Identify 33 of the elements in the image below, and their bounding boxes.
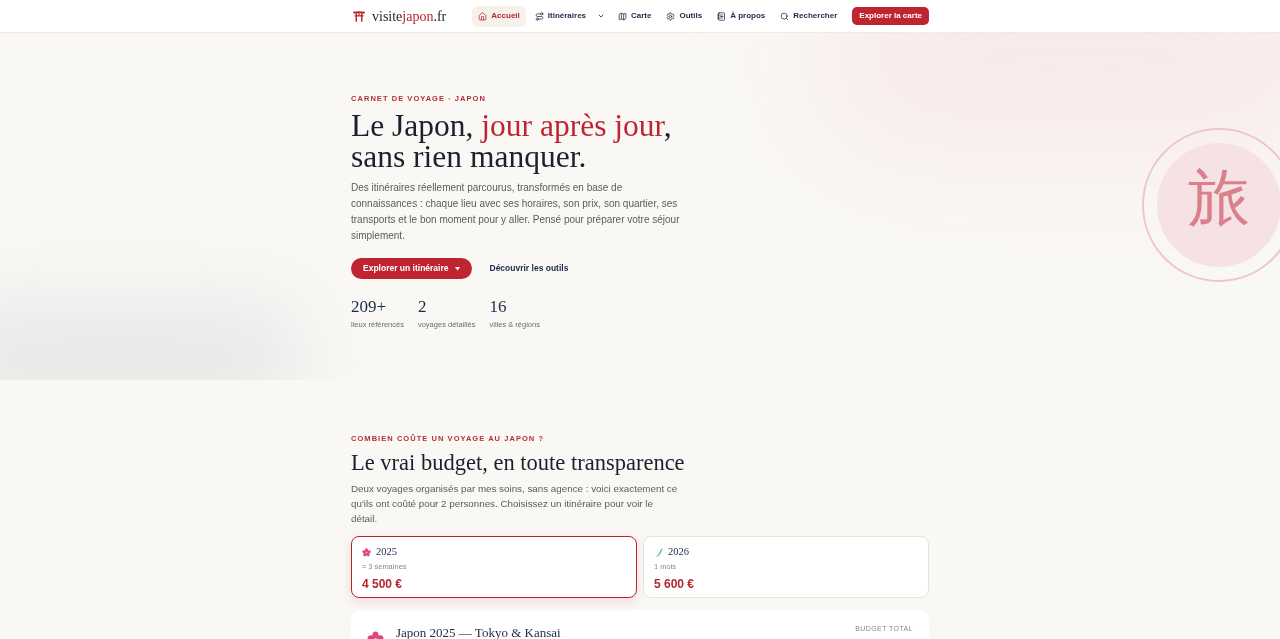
explore-map-button[interactable]: Explorer la carte [852, 7, 929, 25]
islands-icon [654, 547, 663, 557]
explore-itinerary-button[interactable]: Explorer un itinéraire [351, 258, 472, 280]
search-icon [780, 11, 790, 21]
trip-year: 2026 [668, 546, 689, 559]
nav-link[interactable]: Accueil [472, 5, 526, 27]
map-icon [618, 11, 628, 21]
trip-price: 5 600 € [654, 577, 695, 592]
section-description: Deux voyages organisés par mes soins, sans agence : voici exactement ce qu'ils ont coûté pour 2 personnes. Choisissez un itinéraire pour voir le détail. [351, 482, 679, 527]
nav-link[interactable]: Outils [660, 5, 709, 27]
home-icon [478, 11, 488, 21]
discover-tools-link[interactable]: Découvrir les outils [481, 258, 577, 280]
site-logo-link[interactable]: visitejapon.fr [351, 5, 447, 27]
section-title: Le vrai budget, en toute transparence [351, 450, 685, 477]
route-icon [534, 11, 544, 21]
nav-link[interactable]: Itinéraires [528, 5, 593, 27]
trip-year: 2025 [376, 546, 397, 559]
settings-icon [666, 11, 676, 21]
stat-value: 209+ [351, 298, 387, 317]
stat-value: 2 [417, 298, 427, 317]
document-icon [717, 11, 727, 21]
trip-price: 4 500 € [362, 577, 403, 592]
torii-icon [353, 10, 365, 22]
chevron-down-icon [597, 12, 606, 20]
nav-link[interactable]: Rechercher [774, 5, 844, 27]
nav-link[interactable]: À propos [711, 5, 772, 27]
nav-link[interactable]: Carte [612, 5, 658, 27]
stat-value: 16 [489, 298, 507, 317]
hero-description: Des itinéraires réellement parcourus, transformés en base de connaissances : chaque lieu avec ses horaires, son prix, son quartier, ses transports et le bon moment pour y aller. Pensé pour préparer votre séjour simplement. [351, 181, 681, 244]
flower-icon [362, 547, 371, 557]
caret-icon [454, 267, 460, 271]
hero-title: Le Japon, jour après jour, sans rien manquer. [351, 110, 672, 173]
emblem-character: 旅 [1188, 165, 1250, 231]
